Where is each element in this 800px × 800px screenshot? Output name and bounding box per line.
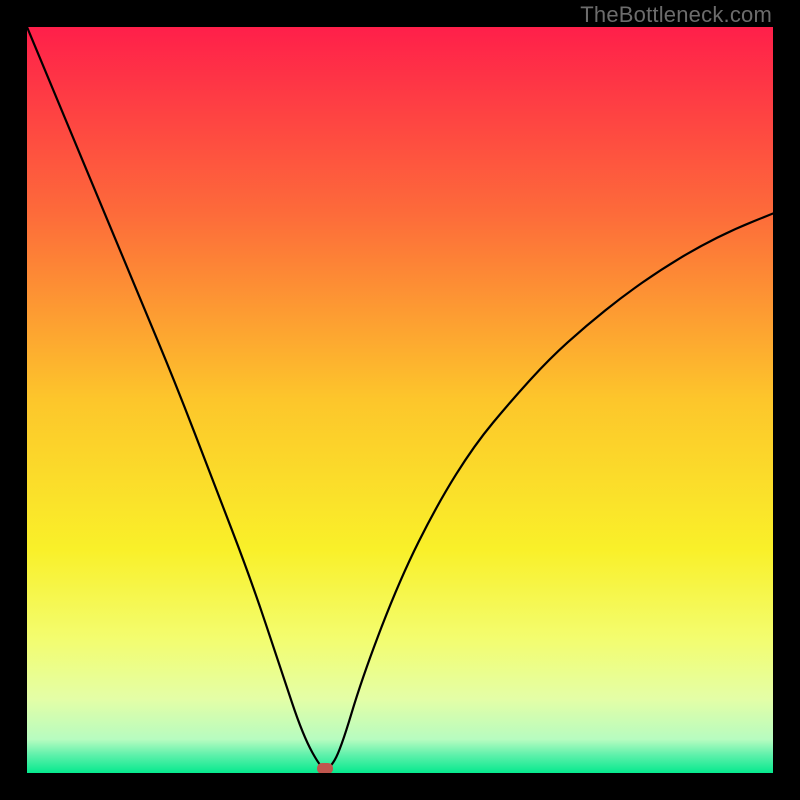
plot-area <box>27 27 773 773</box>
minimum-marker <box>317 763 333 773</box>
attribution-text: TheBottleneck.com <box>580 2 772 28</box>
chart-frame: TheBottleneck.com <box>0 0 800 800</box>
background-gradient <box>27 27 773 773</box>
